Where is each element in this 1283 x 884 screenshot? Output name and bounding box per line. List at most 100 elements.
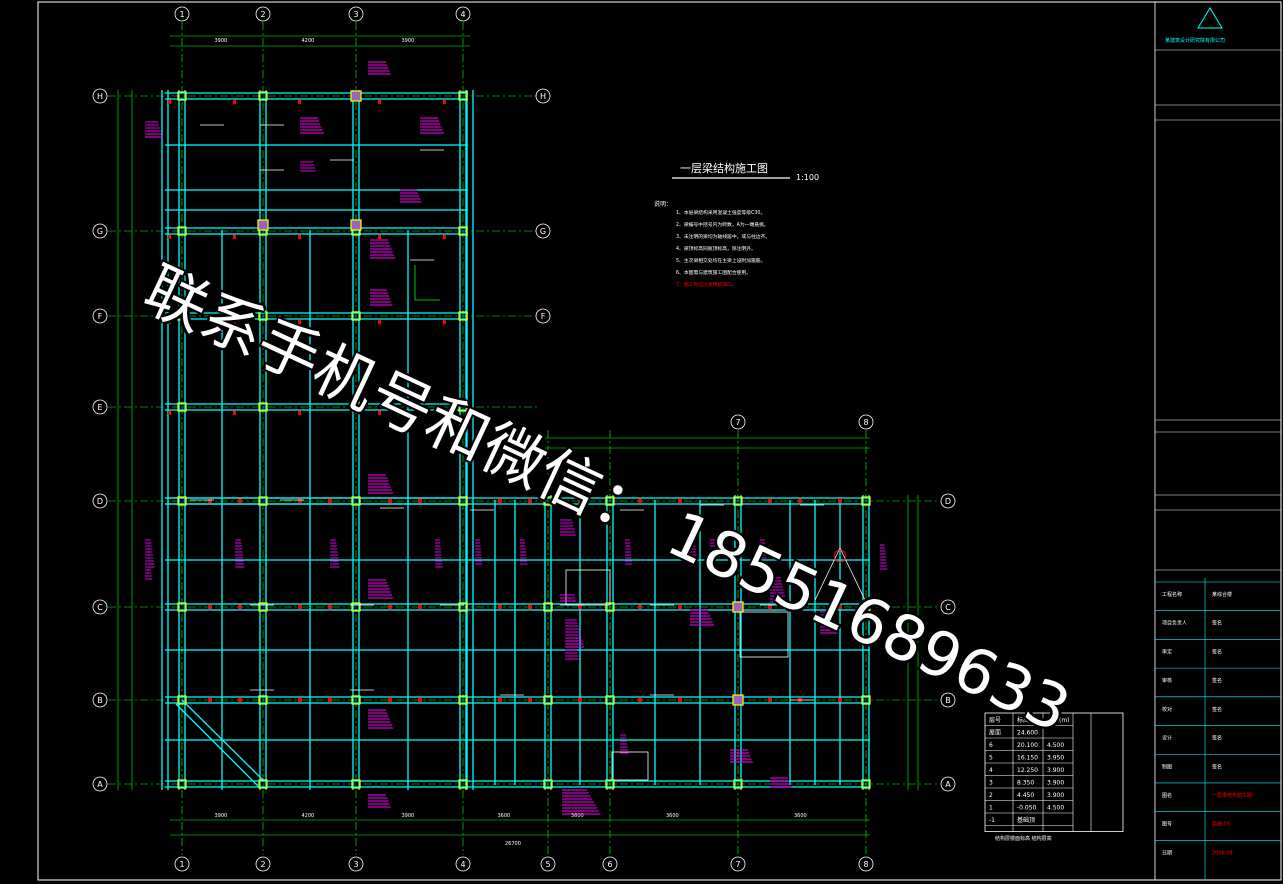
junction-marker (443, 320, 446, 324)
floor-table-cell: 层号 (989, 717, 1001, 724)
junction-marker (378, 100, 381, 104)
junction-marker (298, 605, 302, 609)
dimension-text: 3900 (402, 813, 415, 819)
axis-mid-8-label: 8 (863, 418, 868, 427)
junction-marker (238, 605, 242, 609)
drawing-scale: 1:100 (796, 173, 819, 182)
junction-marker (168, 100, 171, 104)
floor-table-cell: -1 (989, 817, 995, 824)
junction-marker (678, 605, 682, 609)
junction-marker (418, 698, 422, 702)
junction-marker (678, 698, 682, 702)
axis-right-C-label: C (945, 603, 951, 612)
drawing-title-group: 一层梁结构施工图 1:100 说明： 1、本层梁结构采用混凝土强度等级C30。 2… (654, 161, 819, 288)
note-line: 2、梁编号中括号内为跨数，A为一端悬挑。 (676, 221, 769, 228)
axis-top-2-label: 2 (260, 10, 265, 19)
axis-bottom-7-label: 7 (735, 860, 740, 869)
junction-marker (638, 698, 642, 702)
title-block-value: 结施-05 (1212, 821, 1230, 828)
title-block-label: 审核 (1162, 677, 1172, 684)
junction-marker (388, 499, 392, 503)
floor-table-cell: 3.900 (1047, 792, 1064, 799)
junction-marker (298, 411, 301, 415)
title-block-label: 日期 (1162, 850, 1172, 856)
title-block-value: 签名 (1212, 735, 1222, 742)
title-block: 某建筑设计研究院有限公司 工程名称 某综合楼项目负责人 签名审定 签名审核 签名校对 签名… (1154, 1, 1282, 881)
leader-line (414, 265, 440, 301)
junction-marker (838, 499, 842, 503)
junction-marker (298, 235, 301, 239)
junction-marker (208, 605, 212, 609)
title-block-value: 某综合楼 (1212, 591, 1232, 598)
floor-table-cell: 3 (989, 780, 993, 787)
title-block-frame (1154, 1, 1282, 881)
dimension-text: 4200 (302, 813, 315, 819)
floor-table-cell: 4.500 (1047, 805, 1064, 812)
title-block-label: 图名 (1162, 792, 1172, 799)
title-block-value: 签名 (1212, 648, 1222, 655)
junction-marker (528, 605, 532, 609)
stair-line (814, 547, 841, 601)
floor-table-cell: 3.900 (1047, 780, 1064, 787)
junction-marker (638, 605, 642, 609)
column (350, 219, 362, 231)
junction-marker (498, 605, 502, 609)
junction-marker (768, 698, 772, 702)
floor-table-cell: 3.900 (1047, 767, 1064, 774)
junction-marker (168, 320, 171, 324)
title-block-label: 设计 (1162, 735, 1172, 742)
title-block-value: 签名 (1212, 677, 1222, 684)
axis-left-G-label: G (97, 227, 103, 236)
junction-marker (578, 698, 582, 702)
axis-bottom-5-label: 5 (545, 860, 550, 869)
junction-marker (378, 411, 381, 415)
junction-marker (328, 698, 332, 702)
axis-bottom-6-label: 6 (607, 860, 612, 869)
floor-table-cell: 层高(m) (1047, 716, 1070, 724)
structural-drawing: 3900 4200 39003900 4200 3900 3600 3600 3600 3600… (37, 1, 1282, 881)
axis-left-H-label: H (97, 92, 103, 101)
note-line: 3、未注明的梁均为轴线居中，或与柱边齐。 (676, 233, 770, 240)
junction-marker (443, 100, 446, 104)
axis-right-F-label: F (541, 312, 546, 321)
junction-marker (378, 320, 381, 324)
stair-box (565, 569, 611, 606)
axis-left-E-label: E (97, 403, 102, 412)
junction-marker (233, 320, 236, 324)
junction-marker (168, 235, 171, 239)
junction-marker (768, 499, 772, 503)
junction-marker (298, 100, 301, 104)
dimension-text: 3600 (498, 813, 511, 819)
axis-right-H-label: H (540, 92, 546, 101)
floor-table-cell: 基础顶 (1017, 816, 1035, 824)
junction-marker (838, 605, 842, 609)
junction-marker (798, 499, 802, 503)
junction-marker (238, 698, 242, 702)
junction-marker (498, 499, 502, 503)
junction-marker (528, 698, 532, 702)
note-line: 6、本图需与建筑施工图配合使用。 (676, 269, 751, 276)
axis-top-1-label: 1 (179, 10, 184, 19)
junction-marker (388, 605, 392, 609)
floor-table-cell: 屋面 (989, 730, 1001, 737)
axis-top-4-label: 4 (460, 10, 465, 19)
floor-table-cell: 3.950 (1047, 755, 1064, 762)
beam-line (175, 703, 259, 787)
stair-line (839, 547, 866, 601)
floor-level-table: 层号 标高(m) 层高(m) 屋面 24.600 6 20.100 4.500 5 16.150 3… (984, 712, 1124, 842)
floor-table-cell: 5 (989, 755, 993, 762)
axis-mid-7-label: 7 (735, 418, 740, 427)
floor-table-cell: 6 (989, 742, 993, 749)
axis-left-B-label: B (97, 696, 103, 705)
note-line: 5、主次梁相交处均在主梁上设附加箍筋。 (676, 257, 765, 264)
junction-marker (578, 499, 582, 503)
axis-bottom-8-label: 8 (863, 860, 868, 869)
title-block-label: 图号 (1162, 822, 1172, 828)
junction-marker (233, 235, 236, 239)
stair-box (611, 751, 649, 781)
floor-table-caption: 结构层楼面标高 结构层高 (995, 835, 1052, 842)
column (257, 219, 269, 231)
axis-bottom-3-label: 3 (353, 860, 358, 869)
column-layer (168, 90, 871, 789)
dimension-text: 3600 (666, 813, 679, 819)
